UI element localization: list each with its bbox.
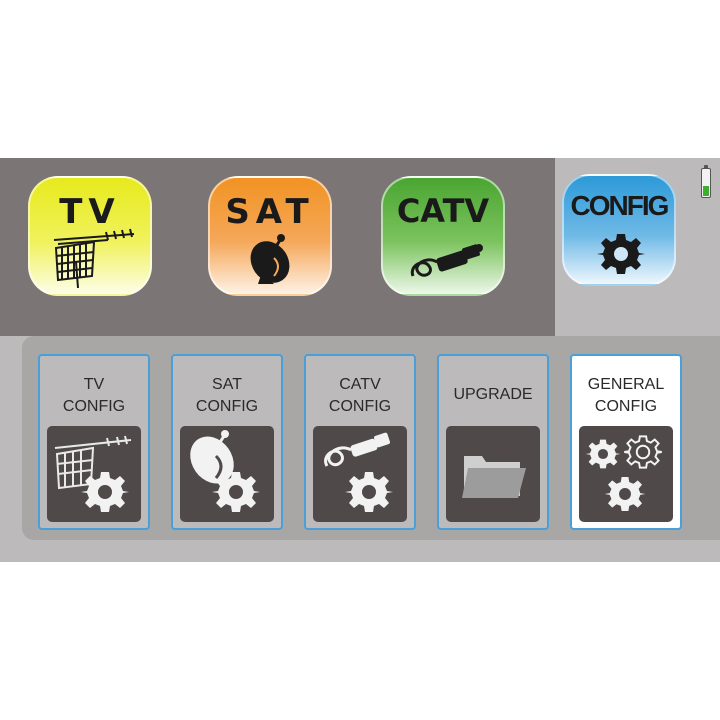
catv-config-button[interactable]: CATV CONFIG xyxy=(304,354,416,530)
mode-bar: TV SAT CATV xyxy=(0,158,555,336)
sat-config-button[interactable]: SAT CONFIG xyxy=(171,354,283,530)
gear-icon xyxy=(597,234,645,274)
device-screen: TV SAT CATV CONFIG TV CONFIG SAT CONFIG … xyxy=(0,158,720,562)
cable-gear-icon xyxy=(313,426,407,522)
satellite-dish-icon xyxy=(250,234,290,284)
general-config-label: GENERAL CONFIG xyxy=(587,376,665,415)
upgrade-button[interactable]: UPGRADE xyxy=(437,354,549,530)
general-config-button[interactable]: GENERAL CONFIG xyxy=(570,354,682,530)
mode-config-label: CONFIG xyxy=(570,190,670,221)
dish-gear-icon xyxy=(180,426,274,522)
mode-config-button[interactable]: CONFIG xyxy=(562,174,676,286)
mode-catv-label: CATV xyxy=(396,192,490,230)
antenna-gear-icon xyxy=(47,426,141,522)
mode-tv-label: TV xyxy=(59,192,121,232)
folder-icon xyxy=(446,426,540,522)
battery-level xyxy=(703,186,709,196)
antenna-icon xyxy=(53,228,135,288)
config-submenu: TV CONFIG SAT CONFIG CATV CONFIG UPGRADE… xyxy=(22,336,720,540)
mode-sat-button[interactable]: SAT xyxy=(208,176,332,296)
upgrade-label: UPGRADE xyxy=(453,386,533,403)
mode-tv-button[interactable]: TV xyxy=(28,176,152,296)
gears-icon xyxy=(579,426,673,522)
catv-config-label: CATV CONFIG xyxy=(328,376,392,415)
tv-config-button[interactable]: TV CONFIG xyxy=(38,354,150,530)
sat-config-label: SAT CONFIG xyxy=(195,376,259,415)
coax-cable-icon xyxy=(410,244,483,277)
tv-config-label: TV CONFIG xyxy=(62,376,126,415)
mode-catv-button[interactable]: CATV xyxy=(381,176,505,296)
battery-indicator xyxy=(701,165,711,198)
mode-sat-label: SAT xyxy=(225,192,315,232)
